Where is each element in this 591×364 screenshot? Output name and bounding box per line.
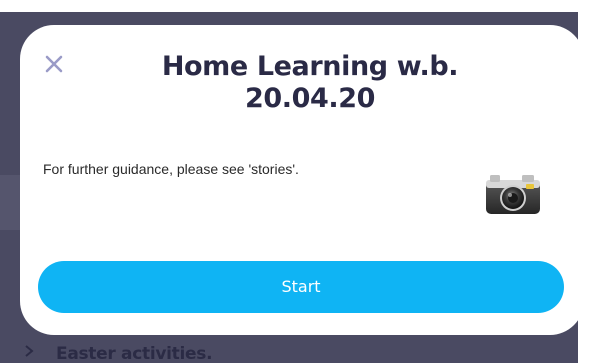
- dialog-message: For further guidance, please see 'storie…: [43, 161, 299, 177]
- page-top-edge: [0, 0, 591, 12]
- home-learning-dialog: Home Learning w.b. 20.04.20 For further …: [20, 25, 584, 335]
- close-icon[interactable]: [43, 53, 65, 75]
- chevron-right-icon: [25, 345, 34, 357]
- background-list-item: Easter activities.: [56, 344, 213, 364]
- dialog-title: Home Learning w.b. 20.04.20: [161, 51, 459, 114]
- start-button[interactable]: Start: [38, 261, 564, 313]
- camera-icon: [486, 175, 540, 214]
